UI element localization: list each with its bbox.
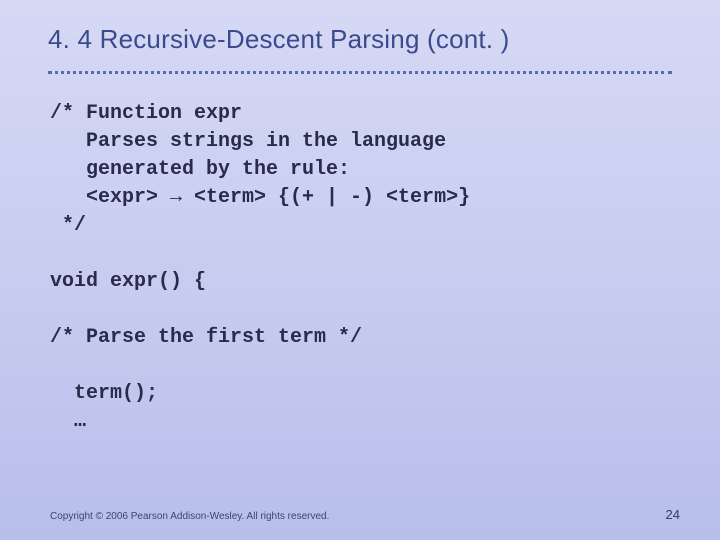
slide-title: 4. 4 Recursive-Descent Parsing (cont. ) [0,0,720,63]
footer: Copyright © 2006 Pearson Addison-Wesley.… [50,507,680,522]
page-number: 24 [666,507,680,522]
slide: 4. 4 Recursive-Descent Parsing (cont. ) … [0,0,720,540]
copyright-text: Copyright © 2006 Pearson Addison-Wesley.… [50,511,329,522]
code-block: /* Function expr Parses strings in the l… [0,74,720,436]
